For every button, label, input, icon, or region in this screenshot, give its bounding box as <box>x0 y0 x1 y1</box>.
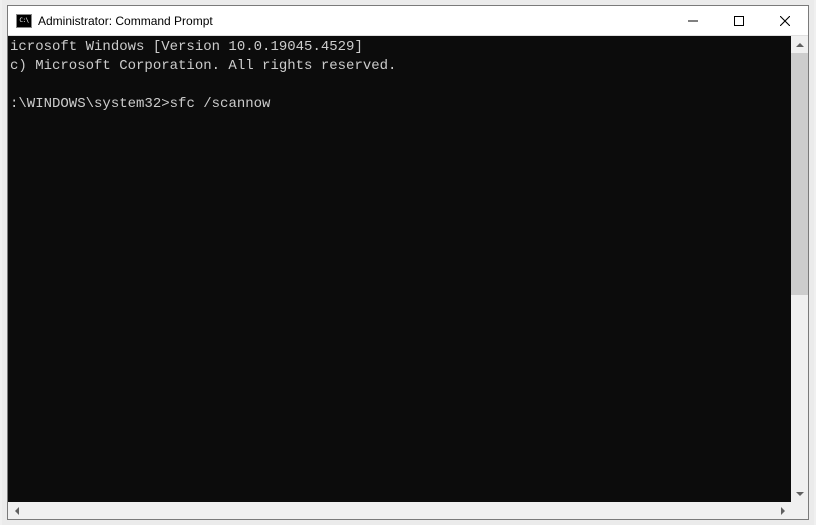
bottom-scroll-row <box>8 502 808 519</box>
maximize-icon <box>734 16 744 26</box>
minimize-button[interactable] <box>670 6 716 35</box>
window-controls <box>670 6 808 35</box>
content-area: icrosoft Windows [Version 10.0.19045.452… <box>8 36 808 519</box>
title-left: C:\ Administrator: Command Prompt <box>8 14 670 28</box>
vertical-scrollbar[interactable] <box>791 36 808 502</box>
cmd-icon: C:\ <box>16 14 32 28</box>
console-line: icrosoft Windows [Version 10.0.19045.452… <box>10 39 363 55</box>
command-prompt-window: C:\ Administrator: Command Prompt icroso… <box>7 5 809 520</box>
scroll-corner <box>791 502 808 519</box>
close-button[interactable] <box>762 6 808 35</box>
console-line: c) Microsoft Corporation. All rights res… <box>10 58 396 74</box>
window-title: Administrator: Command Prompt <box>38 14 213 28</box>
scroll-down-button[interactable] <box>791 485 808 502</box>
minimize-icon <box>688 16 698 26</box>
scroll-right-button[interactable] <box>774 502 791 519</box>
chevron-right-icon <box>778 506 788 516</box>
scroll-left-button[interactable] <box>8 502 25 519</box>
horizontal-scroll-track[interactable] <box>25 502 774 519</box>
cmd-icon-glyph: C:\ <box>19 18 28 24</box>
horizontal-scroll-thumb[interactable] <box>25 502 774 519</box>
close-icon <box>780 16 790 26</box>
vertical-scroll-track[interactable] <box>791 53 808 485</box>
vertical-scroll-thumb[interactable] <box>791 53 808 295</box>
maximize-button[interactable] <box>716 6 762 35</box>
titlebar[interactable]: C:\ Administrator: Command Prompt <box>8 6 808 36</box>
prompt-line: :\WINDOWS\system32>sfc /scannow <box>10 96 270 112</box>
chevron-up-icon <box>795 40 805 50</box>
horizontal-scrollbar[interactable] <box>8 502 791 519</box>
console-output[interactable]: icrosoft Windows [Version 10.0.19045.452… <box>8 36 791 502</box>
chevron-down-icon <box>795 489 805 499</box>
chevron-left-icon <box>12 506 22 516</box>
scroll-up-button[interactable] <box>791 36 808 53</box>
prompt-path: :\WINDOWS\system32> <box>10 96 170 112</box>
console-row: icrosoft Windows [Version 10.0.19045.452… <box>8 36 808 502</box>
typed-command: sfc /scannow <box>170 96 271 112</box>
